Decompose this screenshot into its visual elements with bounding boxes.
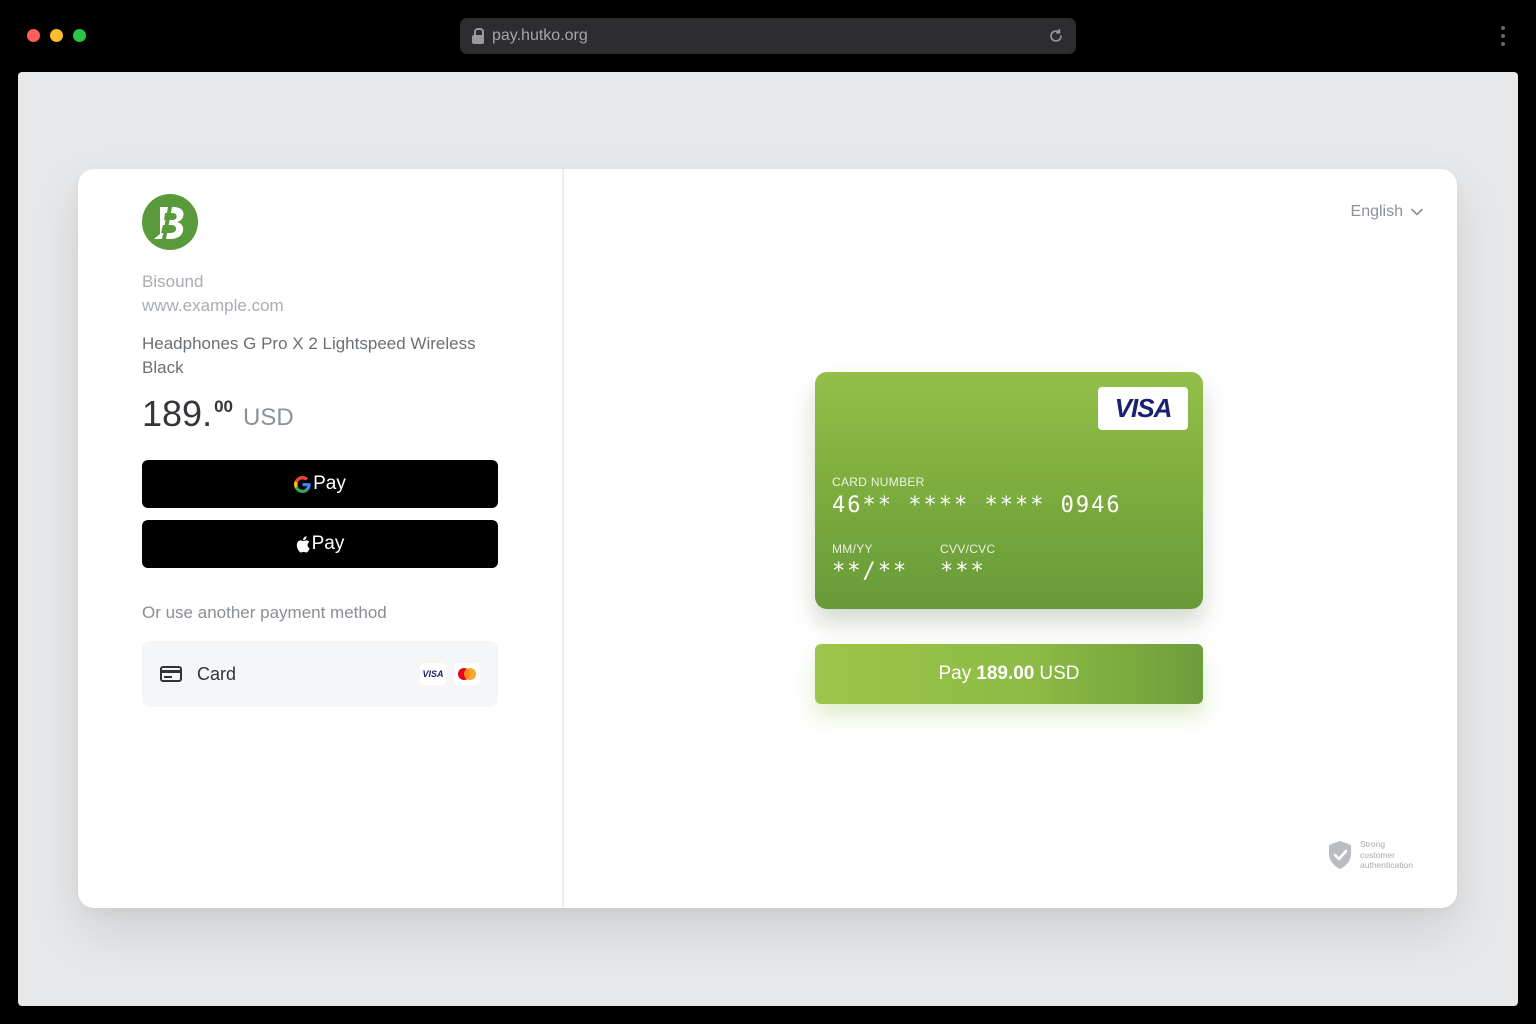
google-pay-button[interactable]: Pay bbox=[142, 460, 498, 508]
sca-line-1: Strong bbox=[1360, 839, 1386, 849]
card-icon bbox=[160, 666, 182, 682]
reload-icon[interactable] bbox=[1048, 28, 1064, 44]
sca-line-2: customer bbox=[1360, 849, 1395, 860]
minimize-window-button[interactable] bbox=[50, 29, 63, 42]
maximize-window-button[interactable] bbox=[73, 29, 86, 42]
apple-icon bbox=[296, 535, 310, 552]
expiry-label: MM/YY bbox=[832, 542, 873, 556]
sca-line-3: authentication bbox=[1360, 860, 1413, 870]
product-name: Headphones G Pro X 2 Lightspeed Wireless… bbox=[142, 334, 476, 377]
visa-logo: VISA bbox=[1098, 387, 1188, 430]
shield-check-icon bbox=[1329, 840, 1351, 869]
order-summary-panel: Bisound www.example.com Headphones G Pro… bbox=[78, 169, 564, 908]
sca-text: Strong customer authentication bbox=[1360, 839, 1422, 871]
card-preview: VISA CARD NUMBER 46** **** **** 0946 MM/… bbox=[815, 372, 1203, 609]
merchant-website: www.example.com bbox=[142, 296, 284, 315]
card-payment-option[interactable]: Card VISA bbox=[142, 641, 498, 707]
merchant-logo bbox=[142, 194, 198, 250]
google-pay-label: Pay bbox=[313, 473, 346, 494]
lock-icon bbox=[472, 28, 484, 44]
card-number-field[interactable]: 46** **** **** 0946 bbox=[832, 493, 1122, 518]
card-number-label: CARD NUMBER bbox=[832, 475, 925, 489]
sca-badge: Strong customer authentication bbox=[1327, 839, 1422, 871]
page-viewport: Bisound www.example.com Headphones G Pro… bbox=[18, 72, 1518, 1006]
expiry-field[interactable]: **/** bbox=[832, 559, 908, 584]
google-g-icon bbox=[294, 475, 311, 493]
card-option-label: Card bbox=[197, 663, 237, 684]
language-select[interactable]: English bbox=[1351, 203, 1423, 221]
window-controls bbox=[27, 29, 86, 42]
pay-button-amount: 189.00 bbox=[976, 663, 1035, 684]
url-text[interactable]: pay.hutko.org bbox=[492, 27, 1048, 45]
cvv-field[interactable]: *** bbox=[940, 559, 986, 584]
pay-submit-button[interactable]: Pay 189.00 USD bbox=[815, 644, 1203, 704]
address-bar[interactable]: pay.hutko.org bbox=[460, 18, 1076, 54]
pay-button-prefix: Pay bbox=[938, 663, 972, 684]
apple-pay-button[interactable]: Pay bbox=[142, 520, 498, 568]
payment-form-panel: English VISA CARD NUMBER 46** **** **** … bbox=[564, 169, 1457, 908]
apple-pay-label: Pay bbox=[311, 533, 345, 554]
alternative-method-text: Or use another payment method bbox=[142, 603, 387, 622]
price-integer: 189. bbox=[142, 393, 213, 434]
price-currency: USD bbox=[243, 404, 294, 431]
chevron-down-icon bbox=[1411, 208, 1423, 216]
mastercard-mini-logo bbox=[454, 663, 480, 685]
merchant-name: Bisound bbox=[142, 272, 204, 291]
browser-menu-icon[interactable] bbox=[1500, 26, 1506, 46]
checkout-container: Bisound www.example.com Headphones G Pro… bbox=[78, 169, 1457, 908]
pay-button-currency: USD bbox=[1039, 663, 1080, 684]
order-price: 189. 00 USD bbox=[142, 393, 294, 435]
close-window-button[interactable] bbox=[27, 29, 40, 42]
price-decimal: 00 bbox=[214, 397, 233, 416]
language-label: English bbox=[1350, 203, 1403, 220]
cvv-label: CVV/CVC bbox=[940, 542, 996, 556]
browser-window: pay.hutko.org Bisound www.example.com He… bbox=[0, 0, 1536, 1024]
visa-mini-logo: VISA bbox=[420, 663, 446, 685]
